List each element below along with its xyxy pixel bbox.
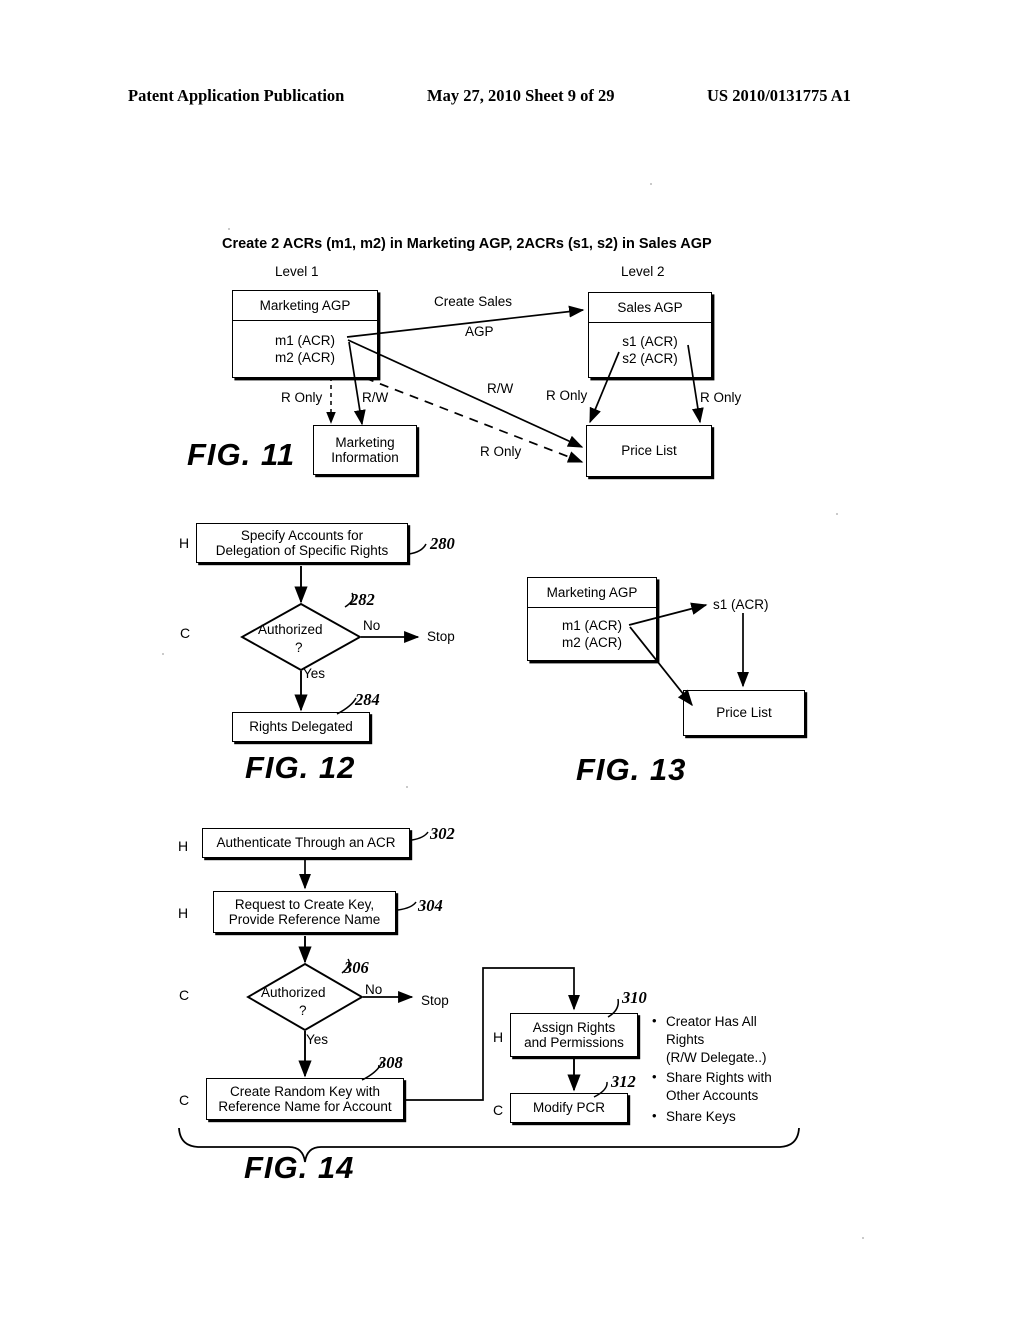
fig14-step-310-line2: and Permissions xyxy=(524,1035,624,1050)
fig14-step-312-box: Modify PCR xyxy=(510,1093,628,1123)
fig14-stop-label: Stop xyxy=(421,993,449,1008)
scan-speck xyxy=(162,653,164,655)
fig12-branch-no-label: No xyxy=(363,618,381,633)
fig12-actor-c-282: C xyxy=(180,625,191,641)
fig11-edge-label-r-only-s2: R Only xyxy=(700,390,742,405)
fig14-decision-label-line1: Authorized xyxy=(261,985,326,1000)
fig11-marketing-information-box: Marketing Information xyxy=(313,425,417,475)
fig14-ref-310: 310 xyxy=(622,988,647,1007)
fig14-ref-312: 312 xyxy=(611,1072,636,1091)
fig11-marketing-agp-box: Marketing AGP m1 (ACR) m2 (ACR) xyxy=(232,290,378,378)
header-date-sheet: May 27, 2010 Sheet 9 of 29 xyxy=(427,86,615,105)
fig14-note-3-line1: Share Keys xyxy=(666,1109,736,1125)
scan-speck xyxy=(836,513,838,515)
fig14-caption: FIG. 14 xyxy=(244,1150,355,1185)
fig11-level1-label: Level 1 xyxy=(275,264,319,279)
fig14-note-1-line1: Creator Has All xyxy=(666,1014,757,1029)
fig11-edge-create-sales-line2: AGP xyxy=(465,324,494,339)
header-publication-label: Patent Application Publication xyxy=(128,86,345,105)
fig14-note-2-line2: Other Accounts xyxy=(666,1088,759,1104)
fig14-actor-h-304: H xyxy=(178,905,189,921)
scan-speck xyxy=(650,183,652,185)
fig12-ref-282: 282 xyxy=(350,590,375,609)
fig14-ref-306: 306 xyxy=(344,958,369,977)
fig11-marketing-information-line2: Information xyxy=(331,450,399,465)
fig14-step-304-line2: Provide Reference Name xyxy=(228,912,381,927)
fig14-ref-304: 304 xyxy=(418,896,443,915)
fig14-note-1-line3: (R/W Delegate..) xyxy=(666,1049,767,1065)
fig14-step-308-box: Create Random Key with Reference Name fo… xyxy=(206,1078,404,1120)
fig14-note-item-1: Creator Has All Rights (R/W Delegate..) xyxy=(652,1012,802,1066)
fig13-marketing-agp-body: m1 (ACR) m2 (ACR) xyxy=(528,608,656,661)
fig14-ref-308: 308 xyxy=(378,1053,403,1072)
fig14-step-308-line2: Reference Name for Account xyxy=(218,1099,392,1114)
fig11-title: Create 2 ACRs (m1, m2) in Marketing AGP,… xyxy=(222,236,712,252)
fig11-marketing-acr-m1: m1 (ACR) xyxy=(275,333,335,349)
fig13-s1-acr-label: s1 (ACR) xyxy=(713,597,769,612)
fig11-edge-label-r-only-marketing: R Only xyxy=(281,390,323,405)
fig14-step-310-box: Assign Rights and Permissions xyxy=(510,1013,638,1057)
fig12-step-280-box: Specify Accounts for Delegation of Speci… xyxy=(196,523,408,563)
fig12-ref-280: 280 xyxy=(430,534,455,553)
fig12-stop-label: Stop xyxy=(427,629,455,644)
fig14-branch-yes-label: Yes xyxy=(306,1032,329,1047)
fig13-marketing-acr-m2: m2 (ACR) xyxy=(562,634,622,650)
fig14-actor-c-306: C xyxy=(179,987,190,1003)
fig11-level2-label: Level 2 xyxy=(621,264,665,279)
fig14-actor-c-312: C xyxy=(493,1102,504,1118)
fig14-ref-302: 302 xyxy=(430,824,455,843)
scan-speck xyxy=(228,228,230,230)
fig11-sales-acr-s1: s1 (ACR) xyxy=(622,334,678,350)
fig12-branch-yes-label: Yes xyxy=(303,666,326,681)
fig11-edge-label-rw-marketing: R/W xyxy=(362,390,389,405)
fig11-marketing-agp-header: Marketing AGP xyxy=(233,291,377,321)
fig12-step-280-line1: Specify Accounts for xyxy=(240,527,364,543)
fig12-decision-label-line2: ? xyxy=(295,640,303,655)
fig14-actor-h-302: H xyxy=(178,838,189,854)
fig11-marketing-acr-m2: m2 (ACR) xyxy=(275,349,335,365)
fig12-caption: FIG. 12 xyxy=(245,750,356,785)
fig11-marketing-agp-body: m1 (ACR) m2 (ACR) xyxy=(233,321,377,378)
fig14-note-2-line1: Share Rights with xyxy=(666,1070,772,1086)
fig13-caption: FIG. 13 xyxy=(576,752,687,787)
fig11-edge-label-r-only-dashed: R Only xyxy=(480,444,522,459)
fig14-note-1-line2: Rights xyxy=(666,1031,705,1047)
fig14-notes-list: Creator Has All Rights (R/W Delegate..) … xyxy=(652,1012,802,1129)
fig13-marketing-agp-box: Marketing AGP m1 (ACR) m2 (ACR) xyxy=(527,577,657,661)
fig14-decision-label-line2: ? xyxy=(299,1003,307,1018)
fig11-sales-agp-box: Sales AGP s1 (ACR) s2 (ACR) xyxy=(588,292,712,378)
fig11-sales-agp-body: s1 (ACR) s2 (ACR) xyxy=(589,323,711,378)
fig14-step-304-line1: Request to Create Key, xyxy=(234,896,375,912)
fig14-note-item-3: Share Keys xyxy=(652,1107,802,1126)
fig13-marketing-acr-m1: m1 (ACR) xyxy=(562,618,622,634)
patent-sheet: Patent Application Publication May 27, 2… xyxy=(0,0,1024,1320)
fig11-price-list-box: Price List xyxy=(586,425,712,477)
fig12-step-284-box: Rights Delegated xyxy=(232,712,370,742)
fig14-step-302-box: Authenticate Through an ACR xyxy=(202,828,410,858)
fig11-caption: FIG. 11 xyxy=(187,437,296,472)
fig12-ref-284: 284 xyxy=(355,690,380,709)
fig14-actor-c-308: C xyxy=(179,1092,190,1108)
fig11-edge-label-rw-pricelist: R/W xyxy=(487,381,514,396)
fig12-actor-h-280: H xyxy=(179,535,190,551)
header-patent-number: US 2010/0131775 A1 xyxy=(707,86,851,105)
fig11-edge-label-r-only-s1: R Only xyxy=(546,388,588,403)
fig11-sales-acr-s2: s2 (ACR) xyxy=(622,350,678,366)
fig14-actor-h-310: H xyxy=(493,1029,504,1045)
fig11-marketing-information-line1: Marketing xyxy=(335,434,395,450)
fig11-sales-agp-header: Sales AGP xyxy=(589,293,711,323)
fig14-branch-no-label: No xyxy=(365,982,383,997)
fig14-step-304-box: Request to Create Key, Provide Reference… xyxy=(213,891,396,933)
scan-speck xyxy=(406,786,408,788)
scan-speck xyxy=(862,1237,864,1239)
fig13-price-list-box: Price List xyxy=(683,690,805,736)
fig14-step-310-line1: Assign Rights xyxy=(532,1019,616,1035)
fig14-note-item-2: Share Rights with Other Accounts xyxy=(652,1068,802,1105)
fig14-step-308-line1: Create Random Key with xyxy=(229,1083,381,1099)
fig12-step-280-line2: Delegation of Specific Rights xyxy=(215,543,389,558)
fig13-marketing-agp-header: Marketing AGP xyxy=(528,578,656,608)
fig12-decision-label-line1: Authorized xyxy=(258,622,323,637)
fig11-edge-create-sales-line1: Create Sales xyxy=(434,294,513,309)
